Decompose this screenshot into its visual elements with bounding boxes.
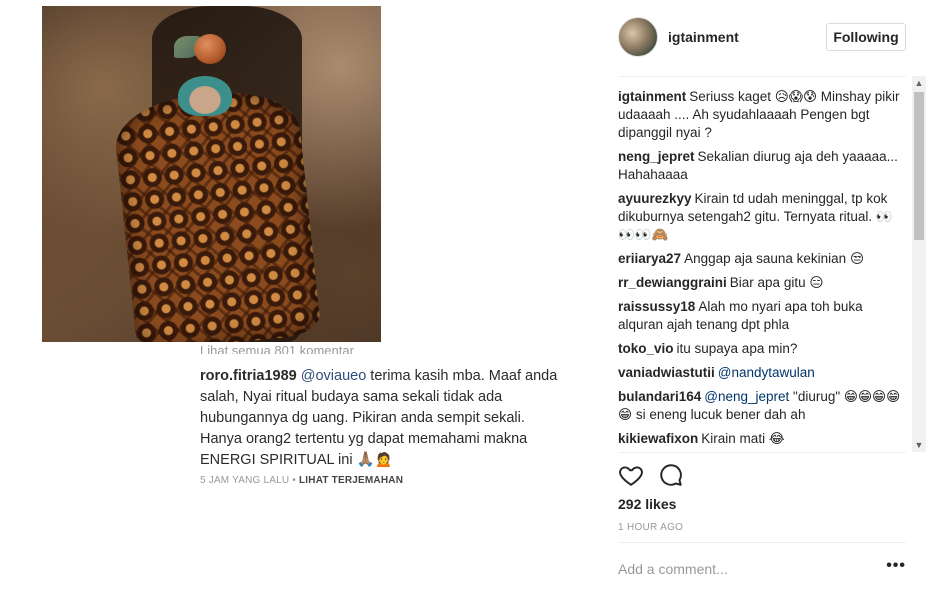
post-side-panel: igtainment Following igtainment Seriuss k… bbox=[601, 0, 926, 590]
scrollbar-thumb[interactable] bbox=[914, 92, 924, 240]
list-item: rr_dewianggraini Biar apa gitu 😑 bbox=[618, 274, 908, 292]
comment-text: Biar apa gitu 😑 bbox=[729, 275, 824, 290]
screenshot-comment-body: roro.fitria1989 @oviaueo terima kasih mb… bbox=[200, 366, 560, 471]
comment-username[interactable]: eriiarya27 bbox=[618, 251, 681, 266]
screenshot-comment: Lihat semua 801 komentar roro.fitria1989… bbox=[200, 343, 560, 486]
comment-username[interactable]: vaniadwiastutii bbox=[618, 365, 715, 380]
post-header: igtainment Following bbox=[618, 17, 906, 59]
header-username[interactable]: igtainment bbox=[668, 29, 739, 45]
divider bbox=[618, 76, 906, 77]
scroll-down-icon[interactable]: ▼ bbox=[912, 438, 926, 452]
screenshot-translate-link: LIHAT TERJEMAHAN bbox=[299, 475, 404, 486]
comment-mention[interactable]: @nandytawulan bbox=[718, 365, 815, 380]
screenshot-comment-user: roro.fitria1989 bbox=[200, 368, 297, 384]
list-item: raissussy18 Alah mo nyari apa toh buka al… bbox=[618, 298, 908, 334]
list-item: neng_jepret Sekalian diurug aja deh yaaaa… bbox=[618, 148, 908, 184]
photo-person-head bbox=[178, 76, 232, 116]
comment-username[interactable]: igtainment bbox=[618, 89, 686, 104]
list-item: igtainment Seriuss kaget 😥😱😰 Minshay piki… bbox=[618, 88, 908, 142]
post-media-area: Lihat semua 801 komentar roro.fitria1989… bbox=[0, 0, 601, 590]
comment-mention[interactable]: @neng_jepret bbox=[704, 389, 789, 404]
likes-count[interactable]: 292 likes bbox=[618, 496, 676, 512]
comment-username[interactable]: ayuurezkyy bbox=[618, 191, 692, 206]
comment-username[interactable]: neng_jepret bbox=[618, 149, 695, 164]
comment-text: Kirain mati 😂 bbox=[701, 431, 785, 446]
comment-username[interactable]: toko_vio bbox=[618, 341, 674, 356]
following-button[interactable]: Following bbox=[826, 23, 906, 51]
list-item: bulandari164 @neng_jepret "diurug" 😁😁😁😁😁 … bbox=[618, 388, 908, 424]
heart-icon[interactable] bbox=[618, 462, 644, 488]
post-photo[interactable] bbox=[42, 6, 381, 342]
photo-offering-pot bbox=[194, 34, 226, 64]
screenshot-comment-meta: 5 JAM YANG LALU • LIHAT TERJEMAHAN bbox=[200, 475, 560, 486]
divider bbox=[618, 542, 906, 543]
post-time[interactable]: 1 HOUR AGO bbox=[618, 522, 683, 533]
comment-list[interactable]: igtainment Seriuss kaget 😥😱😰 Minshay piki… bbox=[618, 88, 908, 450]
list-item: vaniadwiastutii @nandytawulan bbox=[618, 364, 908, 382]
avatar[interactable] bbox=[618, 17, 658, 57]
comment-username[interactable]: bulandari164 bbox=[618, 389, 701, 404]
divider bbox=[618, 452, 906, 453]
list-item: eriiarya27 Anggap aja sauna kekinian 😒 bbox=[618, 250, 908, 268]
scroll-up-icon[interactable]: ▲ bbox=[912, 76, 926, 90]
comment-username[interactable]: rr_dewianggraini bbox=[618, 275, 727, 290]
comment-text: itu supaya apa min? bbox=[676, 341, 798, 356]
screenshot-comment-meta-sep: • bbox=[289, 475, 299, 486]
list-item: toko_vio itu supaya apa min? bbox=[618, 340, 908, 358]
comment-text: Anggap aja sauna kekinian 😒 bbox=[684, 251, 865, 266]
list-item: kikiewafixon Kirain mati 😂 bbox=[618, 430, 908, 448]
comment-username[interactable]: kikiewafixon bbox=[618, 431, 698, 446]
screenshot-cut-text: Lihat semua 801 komentar bbox=[200, 343, 354, 354]
more-options-icon[interactable]: ••• bbox=[886, 558, 906, 574]
comment-username[interactable]: raissussy18 bbox=[618, 299, 695, 314]
list-item: ayuurezkyy Kirain td udah meninggal, tp k… bbox=[618, 190, 908, 244]
comment-scrollbar[interactable]: ▲ ▼ bbox=[912, 76, 926, 452]
screenshot-comment-time: 5 JAM YANG LALU bbox=[200, 475, 290, 486]
add-comment-input[interactable] bbox=[618, 558, 878, 580]
speech-bubble-icon[interactable] bbox=[658, 462, 684, 488]
photo-batik-cloth bbox=[111, 85, 322, 342]
screenshot-comment-mention: @oviaueo bbox=[300, 368, 367, 384]
